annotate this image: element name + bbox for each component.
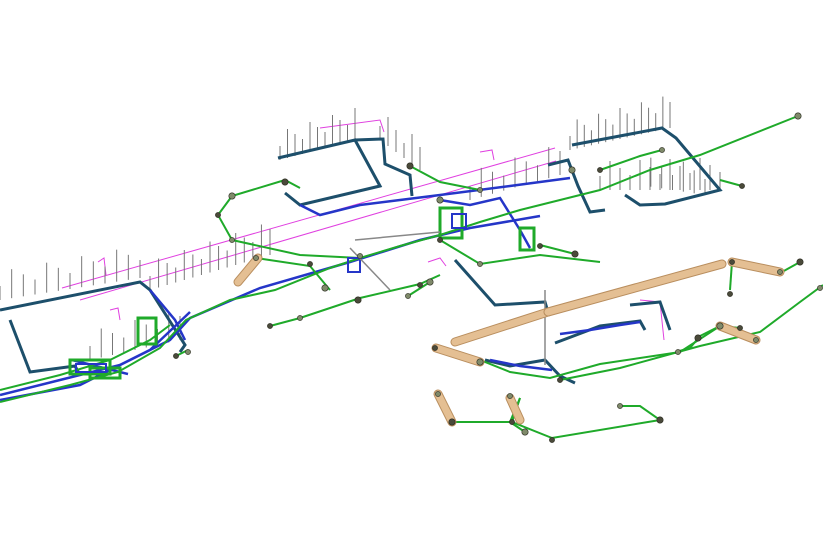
manhole-node [796,258,804,266]
manhole-node [297,315,303,321]
manhole-node [675,349,681,355]
manhole-node [729,259,735,265]
manhole-node [659,147,665,153]
building-outline [354,137,414,197]
manhole-node [817,285,823,291]
equipment-block [451,213,467,229]
building-outline [571,126,723,207]
manhole-node [537,243,543,249]
drain-pipe [539,244,576,255]
drain-pipe [299,274,441,319]
manhole-node [173,353,179,359]
manhole-node [185,349,191,355]
drain-pipe [599,149,663,171]
manhole-node [405,293,411,299]
water-pipe [559,320,641,336]
manhole-node [406,162,414,170]
pipe-network-canvas[interactable] [0,0,823,534]
building-outline [629,300,672,331]
gas-line [479,149,495,161]
drain-pipe [0,115,799,403]
manhole-node [229,237,235,243]
manhole-node [753,337,759,343]
manhole-node [597,167,603,173]
manhole-node [739,183,745,189]
water-pipe [439,196,532,249]
manhole-node [507,393,513,399]
manhole-node [253,255,259,261]
manhole-node [267,323,273,329]
drain-pipe [231,178,301,197]
building-outline [453,259,550,313]
manhole-node [435,391,441,397]
manhole-node [727,291,733,297]
building-outline [277,138,383,207]
manhole-node [477,261,483,267]
manhole-node [694,334,702,342]
3d-pipe-network-viewport[interactable] [0,0,823,534]
manhole-node [281,178,289,186]
manhole-node [716,322,724,330]
manhole-node [432,345,438,351]
manhole-node [509,419,515,425]
manhole-node [448,418,456,426]
manhole-node [794,112,802,120]
manhole-node [426,278,434,286]
beam [451,308,552,346]
manhole-node [737,325,743,331]
manhole-node [417,282,423,288]
beam [728,258,784,276]
manhole-node [656,416,664,424]
gas-line [109,307,121,321]
gas-line [319,119,385,133]
building-outline [547,158,606,214]
manholes-layer [173,112,823,443]
manhole-node [437,237,443,243]
drain-pipe [231,239,361,259]
manhole-node [357,253,363,259]
manhole-node [228,192,236,200]
drain-pipe [719,179,743,187]
manhole-node [215,212,221,218]
drain-pipe [510,397,663,440]
drain-pipe [216,195,233,241]
manhole-node [477,187,483,193]
manhole-node [571,250,579,258]
manhole-node [617,403,623,409]
manhole-node [307,261,313,267]
manhole-node [476,358,484,366]
equipment-block [136,316,158,346]
manhole-node [354,296,362,304]
manhole-node [436,196,444,204]
manhole-node [321,284,329,292]
beam [432,344,484,366]
gas-line [427,257,447,267]
gas-line [79,160,557,301]
drain-pipe [269,317,301,327]
beam [234,254,262,286]
manhole-node [557,377,563,383]
manhole-node [568,166,576,174]
manhole-node [521,428,529,436]
manhole-node [777,269,783,275]
manhole-node [549,437,555,443]
